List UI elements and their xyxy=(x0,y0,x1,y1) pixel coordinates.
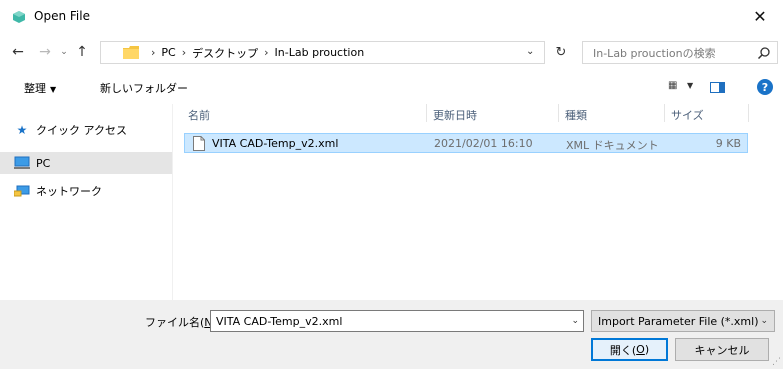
file-size: 9 KB xyxy=(715,137,741,150)
navigation-bar: ← → ⌄ ↑ › PC › デスクトップ › In-Lab prouction… xyxy=(0,36,783,68)
refresh-button[interactable]: ↻ xyxy=(548,41,574,64)
close-button[interactable]: ✕ xyxy=(737,0,783,32)
back-button[interactable]: ← xyxy=(8,42,28,62)
forward-arrow-icon: → xyxy=(39,44,51,60)
breadcrumb-separator[interactable]: › xyxy=(264,46,268,59)
cancel-button[interactable]: キャンセル xyxy=(675,338,769,361)
column-header-type[interactable]: 種類 xyxy=(565,107,587,123)
main-pane: ★ クイック アクセス PC ネットワーク 名前 更新日時 種類 サイズ VIT… xyxy=(0,104,783,300)
dialog-footer: ファイル名(N): VITA CAD-Temp_v2.xml ⌄ Import … xyxy=(0,300,783,369)
app-icon xyxy=(13,11,25,23)
chevron-down-icon[interactable]: ⌄ xyxy=(571,316,579,326)
window-title: Open File xyxy=(34,9,90,23)
up-arrow-icon: ↑ xyxy=(76,44,88,60)
back-arrow-icon: ← xyxy=(12,44,24,60)
preview-pane-button[interactable] xyxy=(710,82,725,93)
column-header-name[interactable]: 名前 xyxy=(188,107,210,123)
column-header-size[interactable]: サイズ xyxy=(671,107,704,123)
sidebar-item-network[interactable]: ネットワーク xyxy=(0,180,172,202)
resize-grip-icon[interactable]: ⋰ xyxy=(771,357,781,367)
column-separator[interactable] xyxy=(748,104,749,122)
refresh-icon: ↻ xyxy=(555,45,567,60)
network-icon xyxy=(14,183,30,199)
document-icon xyxy=(193,136,205,151)
help-icon[interactable]: ? xyxy=(757,79,773,95)
sidebar-item-label: クイック アクセス xyxy=(36,124,127,137)
search-placeholder: In-Lab prouctionの検索 xyxy=(593,46,716,60)
sidebar-item-label: PC xyxy=(36,156,51,170)
file-type-select[interactable]: Import Parameter File (*.xml) ⌄ xyxy=(591,310,775,332)
column-separator[interactable] xyxy=(426,104,427,122)
organize-button[interactable]: 整理 ▼ xyxy=(24,80,56,96)
file-modified: 2021/02/01 16:10 xyxy=(434,137,533,150)
pane-divider[interactable] xyxy=(172,104,173,300)
recent-locations-button[interactable]: ⌄ xyxy=(54,42,74,62)
up-button[interactable]: ↑ xyxy=(72,42,92,62)
address-bar[interactable]: › PC › デスクトップ › In-Lab prouction ⌄ xyxy=(100,41,545,64)
forward-button[interactable]: → xyxy=(35,42,55,62)
organize-label: 整理 xyxy=(24,82,46,95)
view-caret-icon[interactable]: ▼ xyxy=(687,81,693,90)
search-input[interactable]: In-Lab prouctionの検索 xyxy=(582,41,778,64)
title-bar: Open File ✕ xyxy=(0,0,783,32)
breadcrumb-item-folder[interactable]: In-Lab prouction xyxy=(275,46,365,59)
open-button[interactable]: 開く(O) xyxy=(591,338,668,361)
caret-down-icon: ▼ xyxy=(50,85,57,94)
command-toolbar: 整理 ▼ 新しいフォルダー ▦ ▼ ? xyxy=(0,76,783,102)
file-type: XML ドキュメント xyxy=(566,139,659,152)
chevron-down-icon: ⌄ xyxy=(760,316,768,326)
search-icon[interactable] xyxy=(757,46,771,60)
column-header-modified[interactable]: 更新日時 xyxy=(433,107,477,123)
view-options-icon[interactable]: ▦ xyxy=(668,80,677,91)
sidebar-item-pc[interactable]: PC xyxy=(0,152,172,174)
navigation-pane: ★ クイック アクセス PC ネットワーク xyxy=(0,104,172,300)
breadcrumb-item-desktop[interactable]: デスクトップ xyxy=(192,45,258,61)
file-row[interactable]: VITA CAD-Temp_v2.xml 2021/02/01 16:10 XM… xyxy=(184,133,748,153)
file-type-value: Import Parameter File (*.xml) xyxy=(598,315,759,328)
file-name: VITA CAD-Temp_v2.xml xyxy=(212,137,339,150)
folder-icon xyxy=(123,46,139,59)
chevron-down-icon: ⌄ xyxy=(60,47,68,57)
computer-icon xyxy=(14,155,30,171)
address-dropdown-icon[interactable]: ⌄ xyxy=(526,46,538,58)
filename-input[interactable]: VITA CAD-Temp_v2.xml ⌄ xyxy=(210,310,584,332)
breadcrumb-item-pc[interactable]: PC xyxy=(161,46,175,59)
breadcrumb-separator: › xyxy=(151,46,156,59)
file-list: 名前 更新日時 種類 サイズ VITA CAD-Temp_v2.xml 2021… xyxy=(180,104,783,300)
sidebar-item-label: ネットワーク xyxy=(36,185,102,198)
breadcrumb-separator[interactable]: › xyxy=(182,46,186,59)
sidebar-item-quick-access[interactable]: ★ クイック アクセス xyxy=(0,119,172,141)
star-icon: ★ xyxy=(16,123,28,137)
filename-value: VITA CAD-Temp_v2.xml xyxy=(216,315,343,328)
close-icon: ✕ xyxy=(753,6,767,26)
new-folder-button[interactable]: 新しいフォルダー xyxy=(100,80,188,96)
column-separator[interactable] xyxy=(664,104,665,122)
column-separator[interactable] xyxy=(558,104,559,122)
